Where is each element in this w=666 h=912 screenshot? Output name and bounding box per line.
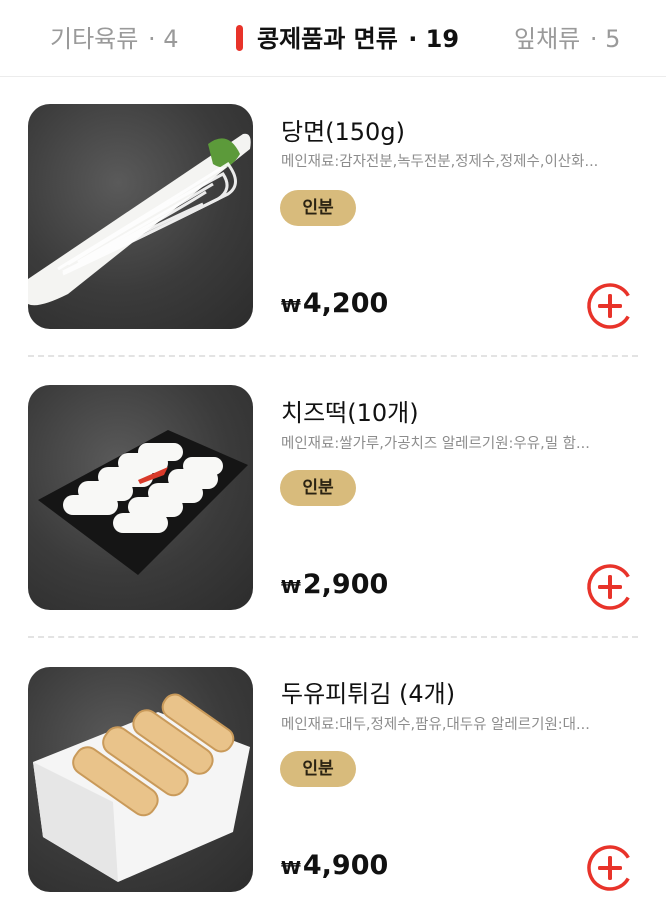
- add-to-cart-button[interactable]: [585, 843, 635, 893]
- product-description: 메인재료:쌀가루,가공치즈 알레르기원:우유,밀 함...: [281, 436, 590, 452]
- list-item[interactable]: 두유피튀김 (4개) 메인재료:대두,정제수,팜유,대두유 알레르기원:대...…: [0, 0, 666, 892]
- product-price: ₩4,200: [281, 288, 388, 319]
- fried-tofu-skin-image: [28, 667, 253, 892]
- product-name: 두유피튀김 (4개): [281, 680, 456, 708]
- plus-circle-icon: [587, 564, 633, 610]
- item-divider: [28, 636, 638, 638]
- serving-badge: 인분: [280, 751, 356, 787]
- add-to-cart-button[interactable]: [585, 281, 635, 331]
- currency-symbol: ₩: [281, 858, 301, 879]
- add-to-cart-button[interactable]: [585, 562, 635, 612]
- price-value: 2,900: [302, 569, 389, 600]
- product-name: 치즈떡(10개): [281, 399, 419, 427]
- price-value: 4,200: [302, 288, 389, 319]
- product-description: 메인재료:대두,정제수,팜유,대두유 알레르기원:대...: [281, 717, 590, 733]
- price-value: 4,900: [302, 850, 389, 881]
- currency-symbol: ₩: [281, 296, 301, 317]
- currency-symbol: ₩: [281, 577, 301, 598]
- plus-circle-icon: [587, 845, 633, 891]
- product-price: ₩4,900: [281, 850, 388, 881]
- item-divider: [28, 355, 638, 357]
- product-price: ₩2,900: [281, 569, 388, 600]
- cheese-rice-cake-image: [28, 385, 253, 610]
- serving-badge: 인분: [280, 470, 356, 506]
- plus-circle-icon: [587, 283, 633, 329]
